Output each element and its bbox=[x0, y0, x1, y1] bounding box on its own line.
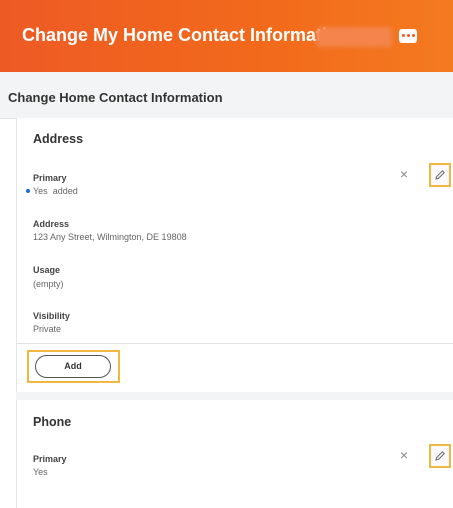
edit-address-button[interactable] bbox=[429, 163, 451, 187]
add-button[interactable]: Add bbox=[35, 355, 111, 378]
divider bbox=[16, 343, 453, 344]
visibility-value: Private bbox=[33, 324, 62, 334]
pencil-icon bbox=[435, 170, 445, 180]
address-section-title: Address bbox=[33, 132, 84, 146]
usage-label: Usage bbox=[33, 265, 61, 275]
phone-primary-label: Primary bbox=[33, 454, 67, 464]
form-panel bbox=[16, 118, 453, 508]
phone-section-title: Phone bbox=[33, 415, 72, 429]
added-indicator-dot bbox=[26, 189, 30, 193]
phone-primary-value: Yes bbox=[33, 467, 48, 477]
visibility-label: Visibility bbox=[33, 311, 70, 321]
pencil-icon bbox=[435, 451, 445, 461]
address-value: 123 Any Street, Wilmington, DE 19808 bbox=[33, 232, 187, 242]
page-header: Change My Home Contact Information bbox=[0, 0, 453, 72]
section-gap bbox=[16, 392, 453, 400]
address-primary-value: Yes added bbox=[33, 186, 78, 196]
added-note: added bbox=[52, 186, 78, 196]
usage-value: (empty) bbox=[33, 279, 64, 289]
section-header-title: Change Home Contact Information bbox=[8, 90, 223, 105]
ellipsis-icon[interactable] bbox=[399, 29, 417, 43]
page-title: Change My Home Contact Information bbox=[22, 25, 350, 45]
section-header: Change Home Contact Information bbox=[0, 72, 453, 119]
remove-phone-button[interactable]: × bbox=[397, 448, 411, 462]
remove-address-button[interactable]: × bbox=[397, 167, 411, 181]
redacted-name bbox=[316, 27, 392, 47]
edit-phone-button[interactable] bbox=[429, 444, 451, 468]
address-label: Address bbox=[33, 219, 70, 229]
address-primary-label: Primary bbox=[33, 173, 67, 183]
